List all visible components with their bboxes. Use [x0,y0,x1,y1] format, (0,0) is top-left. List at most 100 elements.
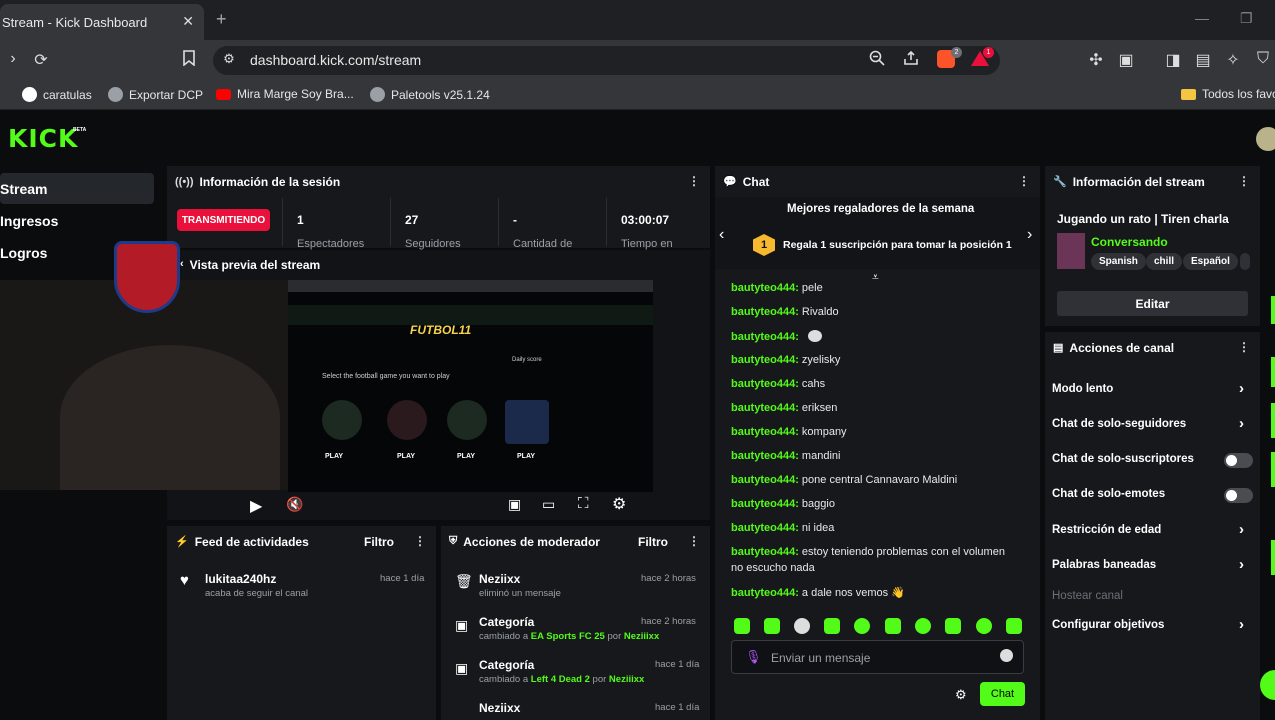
formation-card[interactable] [387,400,427,440]
chevron-right-icon[interactable]: › [1239,521,1244,538]
browser-tab[interactable]: Stream - Kick Dashboard ✕ [0,4,204,40]
emoji-icon[interactable] [1000,649,1013,662]
maximize-icon[interactable]: ❐ [1240,10,1253,27]
close-tab-icon[interactable]: ✕ [182,13,194,30]
reader-icon[interactable]: ▣ [1115,50,1137,70]
wallet-icon[interactable]: ▤ [1192,50,1214,70]
tag-overflow[interactable] [1240,253,1250,270]
chat-message: bautyteo444: pele [731,282,823,294]
mute-icon[interactable]: 🔇 [286,496,303,513]
chevron-right-icon[interactable]: › [1239,556,1244,573]
emote-icon[interactable] [945,618,961,634]
forward-icon[interactable]: › [2,50,24,68]
wrench-icon: 🔧 [1053,176,1067,188]
moderator-link[interactable]: Neziiixx [624,631,659,642]
action-slow-mode[interactable]: Modo lento [1052,383,1113,395]
formation-card[interactable] [447,400,487,440]
bookmark-exportar-dcp[interactable]: Exportar DCP [108,87,203,102]
feed-item-name[interactable]: lukitaa240hz [205,572,276,586]
action-subscribers-only[interactable]: Chat de solo-suscriptores [1052,453,1194,465]
mod-item-name: Neziixx [479,572,521,586]
moderator-link[interactable]: Neziiixx [609,674,644,685]
extensions-icon[interactable]: ✣ [1085,50,1107,70]
emote-icon[interactable] [1006,618,1022,634]
category-thumbnail[interactable] [1057,233,1085,269]
url-text[interactable]: dashboard.kick.com/stream [250,52,421,68]
play-icon[interactable]: ▶ [250,496,262,516]
amount-value: - [513,213,517,227]
category-link[interactable]: EA Sports FC 25 [531,631,605,642]
tag[interactable]: Spanish [1091,253,1146,270]
bookmark-all-favorites[interactable]: Todos los favo [1181,87,1275,101]
formation-card[interactable] [322,400,362,440]
sidebar-icon[interactable]: ◨ [1162,50,1184,70]
chat-message: bautyteo444: a dale nos vemos 👋 [731,587,905,599]
sidebar-item-logros[interactable]: Logros [0,245,47,261]
theater-icon[interactable]: ▭ [542,496,555,513]
avatar[interactable] [1256,127,1275,151]
subscribers-only-toggle[interactable] [1224,453,1253,468]
session-menu-icon[interactable]: ⋮ [688,174,700,188]
youtube-icon [216,88,231,100]
shield-icon: ⛨ [449,535,458,547]
moderator-filter-button[interactable]: Filtro [638,535,668,549]
chevron-right-icon[interactable]: › [1239,380,1244,397]
vpn-icon[interactable]: ⛉ [1252,50,1274,68]
emote-icon[interactable] [854,618,870,634]
kick-logo[interactable]: KICK [8,124,78,153]
site-settings-icon[interactable]: ⚙ [218,51,240,67]
share-icon[interactable] [900,50,922,71]
bookmark-mira-marge[interactable]: Mira Marge Soy Bra... [216,87,354,101]
edit-button[interactable]: Editar [1057,291,1248,316]
action-age-restriction[interactable]: Restricción de edad [1052,524,1161,536]
action-followers-only[interactable]: Chat de solo-seguidores [1052,418,1186,430]
reload-icon[interactable]: ⟳ [30,50,52,70]
action-configure-goals[interactable]: Configurar objetivos [1052,619,1164,631]
tag[interactable]: Español [1183,253,1238,270]
emote-icon[interactable] [734,618,750,634]
chevron-left-icon[interactable]: ‹ [719,226,724,244]
leo-icon[interactable]: ✧ [1222,50,1244,70]
emote-icon[interactable] [794,618,810,634]
collapse-icon[interactable]: ⩡ [872,270,879,285]
emote-icon[interactable] [915,618,931,634]
emote-icon[interactable] [824,618,840,634]
chevron-right-icon[interactable]: › [1027,226,1032,244]
action-banned-words[interactable]: Palabras baneadas [1052,559,1156,571]
stream-title: Jugando un rato | Tiren charla [1057,212,1229,226]
zoom-icon[interactable] [866,50,888,71]
actions-icon: ▤ [1053,342,1064,354]
minimize-icon[interactable]: — [1195,10,1209,26]
chat-menu-icon[interactable]: ⋮ [1018,174,1030,188]
microphone-icon[interactable]: 🎙 [745,649,762,665]
emotes-only-toggle[interactable] [1224,488,1253,503]
chevron-right-icon[interactable]: › [1239,415,1244,432]
emote-icon[interactable] [885,618,901,634]
fullscreen-icon[interactable]: ⛶ [578,495,589,512]
send-chat-button[interactable]: Chat [980,682,1025,706]
emote-icon[interactable] [976,618,992,634]
divider [606,198,607,246]
tag[interactable]: chill [1146,253,1183,270]
feed-filter-button[interactable]: Filtro [364,535,394,549]
category-link[interactable]: Left 4 Dead 2 [531,674,590,685]
bookmark-paletools[interactable]: Paletools v25.1.24 [370,87,490,102]
formation-card[interactable] [505,400,549,444]
action-emotes-only[interactable]: Chat de solo-emotes [1052,488,1165,500]
moderator-menu-icon[interactable]: ⋮ [688,534,700,548]
feed-menu-icon[interactable]: ⋮ [414,534,426,548]
pip-icon[interactable]: ▣ [508,496,521,513]
sidebar-item-ingresos[interactable]: Ingresos [0,213,58,229]
new-tab-button[interactable]: + [216,9,227,30]
chat-settings-icon[interactable]: ⚙ [955,687,967,703]
bookmark-icon[interactable] [178,50,200,71]
category-link[interactable]: Conversando [1091,235,1168,249]
gifters-title: Mejores regaladores de la semana [787,203,975,215]
settings-icon[interactable]: ⚙ [612,494,626,514]
emote-icon[interactable] [764,618,780,634]
sidebar-item-stream[interactable]: Stream [0,181,47,197]
stream-info-menu-icon[interactable]: ⋮ [1238,174,1250,188]
chevron-right-icon[interactable]: › [1239,616,1244,633]
channel-actions-menu-icon[interactable]: ⋮ [1238,340,1250,354]
bookmark-caratulas[interactable]: caratulas [22,87,92,102]
